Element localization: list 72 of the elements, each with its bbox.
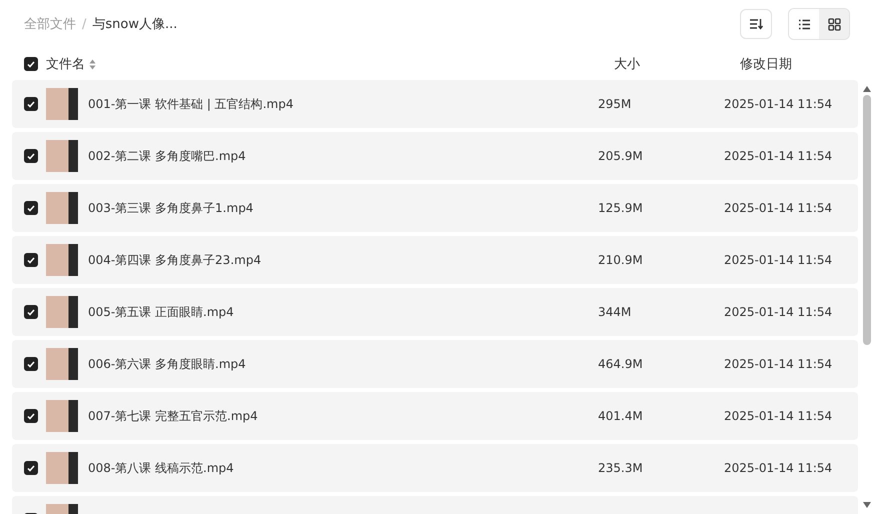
checkmark-icon (27, 152, 35, 160)
video-thumbnail (46, 140, 78, 172)
file-name: 003-第三课 多角度鼻子1.mp4 (88, 200, 254, 216)
checkmark-icon (27, 100, 35, 108)
row-checkbox[interactable] (24, 201, 38, 215)
column-header[interactable]: 文件名 (46, 55, 85, 73)
grid-view-button[interactable] (819, 9, 849, 39)
file-size: 125.9M (598, 201, 644, 215)
file-name: 006-第六课 多角度眼睛.mp4 (88, 356, 247, 372)
row-checkbox[interactable] (24, 409, 38, 423)
video-thumbnail (46, 192, 78, 224)
modified-date: 2025-01-14 11:54 (724, 461, 832, 475)
checkmark-icon (27, 204, 35, 212)
select-all-checkbox[interactable] (24, 57, 38, 71)
modified-date: 2025-01-14 11:54 (724, 201, 832, 215)
scroll-down-icon[interactable] (863, 502, 871, 508)
modified-date: 2025-01-14 11:54 (724, 149, 832, 163)
row-checkbox[interactable] (24, 357, 38, 371)
checkmark-icon (27, 464, 35, 472)
modified-date: 2025-01-14 11:54 (724, 357, 832, 371)
file-row[interactable]: 005-第五课 正面眼睛.mp4 344M 2025-01-14 11:54 (12, 288, 858, 336)
video-thumbnail (46, 452, 78, 484)
sort-icon (749, 18, 763, 30)
file-size: 205.9M (598, 149, 644, 163)
file-name: 005-第五课 正面眼睛.mp4 (88, 304, 235, 320)
list-icon (798, 18, 810, 30)
grid-icon (828, 18, 840, 30)
file-size: 295M (598, 97, 632, 111)
video-thumbnail (46, 244, 78, 276)
breadcrumb-separator: / (82, 16, 86, 32)
file-size: 210.9M (598, 253, 644, 267)
row-checkbox[interactable] (24, 305, 38, 319)
scrollbar-thumb[interactable] (863, 95, 871, 345)
checkmark-icon (27, 256, 35, 264)
row-checkbox[interactable] (24, 149, 38, 163)
checkmark-icon (27, 412, 35, 420)
file-row[interactable]: 001-第一课 软件基础 | 五官结构.mp4 295M 2025-01-14 11:54 (12, 80, 858, 128)
modified-date: 2025-01-14 11:54 (724, 97, 832, 111)
breadcrumb-link[interactable]: 与snow人像... (92, 15, 178, 33)
column-header: 大小 (614, 56, 641, 73)
row-checkbox[interactable] (24, 461, 38, 475)
video-thumbnail (46, 348, 78, 380)
video-thumbnail (46, 88, 78, 120)
modified-date: 2025-01-14 11:54 (724, 409, 832, 423)
row-checkbox[interactable] (24, 97, 38, 111)
file-row[interactable]: 006-第六课 多角度眼睛.mp4 464.9M 2025-01-14 11:54 (12, 340, 858, 388)
modified-date: 2025-01-14 11:54 (724, 253, 832, 267)
file-name: 004-第四课 多角度鼻子23.mp4 (88, 252, 262, 268)
row-checkbox[interactable] (24, 253, 38, 267)
modified-date: 2025-01-14 11:54 (724, 305, 832, 319)
file-row[interactable]: 007-第七课 完整五官示范.mp4 401.4M 2025-01-14 11:54 (12, 392, 858, 440)
sort-arrows-icon[interactable] (89, 58, 96, 70)
file-size: 401.4M (598, 409, 644, 423)
file-size: 344M (598, 305, 632, 319)
file-name: 007-第七课 完整五官示范.mp4 (88, 408, 259, 424)
file-row[interactable]: 003-第三课 多角度鼻子1.mp4 125.9M 2025-01-14 11:54 (12, 184, 858, 232)
file-row[interactable]: 004-第四课 多角度鼻子23.mp4 210.9M 2025-01-14 11:54 (12, 236, 858, 284)
video-thumbnail (46, 296, 78, 328)
file-name: 001-第一课 软件基础 | 五官结构.mp4 (88, 96, 294, 112)
scroll-up-icon[interactable] (863, 86, 871, 92)
video-thumbnail (46, 400, 78, 432)
checkmark-icon (27, 360, 35, 368)
file-row[interactable]: 002-第二课 多角度嘴巴.mp4 205.9M 2025-01-14 11:54 (12, 132, 858, 180)
file-name: 008-第八课 线稿示范.mp4 (88, 460, 235, 476)
column-header: 修改日期 (740, 56, 793, 73)
file-size: 464.9M (598, 357, 644, 371)
checkmark-icon (27, 308, 35, 316)
sort-button[interactable] (740, 9, 772, 39)
file-row[interactable]: 008-第八课 线稿示范.mp4 235.3M 2025-01-14 11:54 (12, 444, 858, 492)
file-size: 235.3M (598, 461, 644, 475)
file-name: 002-第二课 多角度嘴巴.mp4 (88, 148, 247, 164)
checkmark-icon (27, 60, 35, 68)
